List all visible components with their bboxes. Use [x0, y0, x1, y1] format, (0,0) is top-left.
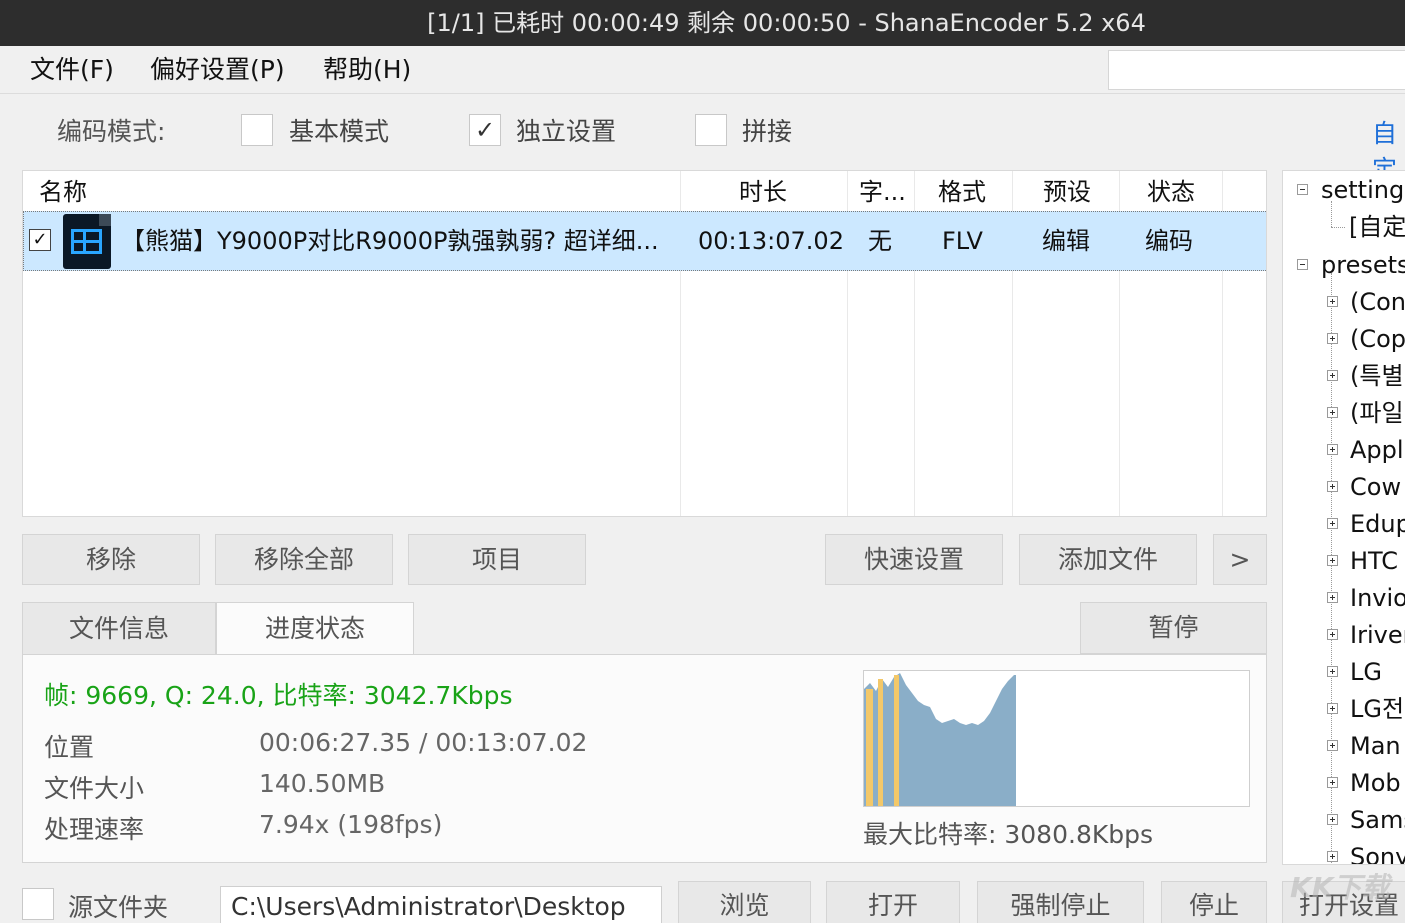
bitrate-marker	[894, 675, 899, 806]
encode-mode-label: 编码模式:	[57, 117, 166, 146]
menu-file[interactable]: 文件(F)	[30, 46, 114, 94]
tree-node-preset[interactable]: Appl	[1350, 432, 1404, 469]
source-folder-checkbox[interactable]	[22, 888, 54, 920]
tree-node-preset[interactable]: Sony	[1350, 839, 1405, 864]
menu-help[interactable]: 帮助(H)	[323, 46, 411, 94]
expand-icon[interactable]	[1327, 703, 1338, 714]
file-list[interactable]: 名称 时长 字... 格式 预设 状态 ✓ 【熊猫】Y9000P对比R9000P…	[22, 170, 1267, 517]
menu-preferences[interactable]: 偏好设置(P)	[150, 46, 285, 94]
expand-icon[interactable]	[1327, 851, 1338, 862]
column-header-format[interactable]: 格式	[938, 171, 986, 211]
force-stop-button[interactable]: 强制停止	[977, 881, 1144, 923]
row-preset[interactable]: 编辑	[1042, 211, 1090, 271]
max-bitrate-label: 最大比特率: 3080.8Kbps	[863, 820, 1154, 849]
tree-node-preset[interactable]: HTC	[1350, 543, 1398, 580]
basic-mode-label: 基本模式	[289, 117, 390, 146]
tree-node-preset[interactable]: Cow	[1350, 469, 1401, 506]
bitrate-area	[864, 673, 1016, 806]
row-duration: 00:13:07.02	[698, 227, 844, 255]
tree-node-custom[interactable]: [自定	[1349, 209, 1405, 246]
tab-file-info[interactable]: 文件信息	[22, 602, 216, 654]
expand-icon[interactable]	[1327, 333, 1338, 344]
position-value: 00:06:27.35 / 00:13:07.02	[259, 728, 588, 757]
tree-node-preset[interactable]: Mob	[1350, 765, 1401, 802]
menu-bar: 文件(F) 偏好设置(P) 帮助(H)	[0, 46, 1405, 94]
expand-icon[interactable]	[1327, 296, 1338, 307]
more-button[interactable]: >	[1213, 534, 1267, 585]
expand-icon[interactable]	[1327, 629, 1338, 640]
expand-icon[interactable]	[1327, 407, 1338, 418]
row-subtitle: 无	[868, 227, 892, 255]
filesize-label: 文件大小	[44, 774, 145, 803]
speed-label: 处理速率	[44, 815, 145, 844]
column-header-name[interactable]: 名称	[39, 171, 87, 211]
collapse-icon[interactable]	[1297, 184, 1308, 195]
tree-node-preset[interactable]: (파일	[1350, 395, 1404, 432]
video-file-icon	[63, 214, 111, 269]
title-bar: [1/1] 已耗时 00:00:49 剩余 00:00:50 - ShanaEn…	[0, 0, 1405, 46]
expand-icon[interactable]	[1327, 444, 1338, 455]
speed-value: 7.94x (198fps)	[259, 810, 443, 839]
expand-icon[interactable]	[1327, 814, 1338, 825]
bitrate-marker	[878, 679, 883, 806]
open-button[interactable]: 打开	[826, 881, 960, 923]
add-file-button[interactable]: 添加文件	[1019, 534, 1197, 585]
expand-icon[interactable]	[1327, 592, 1338, 603]
browse-button[interactable]: 浏览	[678, 881, 811, 923]
tree-node-preset[interactable]: Sams	[1350, 802, 1405, 839]
expand-icon[interactable]	[1327, 370, 1338, 381]
bitrate-graph-svg	[864, 673, 1016, 806]
expand-icon[interactable]	[1327, 555, 1338, 566]
tree-node-settings[interactable]: settings	[1321, 172, 1405, 209]
collapse-icon[interactable]	[1297, 259, 1308, 270]
source-folder-label: 源文件夹	[68, 893, 169, 922]
tree-node-presets[interactable]: presets	[1321, 247, 1405, 284]
tree-node-preset[interactable]: Iriver	[1350, 617, 1405, 654]
independent-mode-checkbox[interactable]: ✓	[469, 114, 501, 146]
expand-icon[interactable]	[1327, 666, 1338, 677]
column-header-subtitle[interactable]: 字...	[859, 171, 906, 211]
item-button[interactable]: 项目	[408, 534, 586, 585]
expand-icon[interactable]	[1327, 777, 1338, 788]
output-path-input[interactable]: C:\Users\Administrator\Desktop	[220, 886, 662, 923]
expand-icon[interactable]	[1327, 481, 1338, 492]
tree-node-preset[interactable]: Edup	[1350, 506, 1405, 543]
row-format: FLV	[942, 227, 983, 255]
expand-icon[interactable]	[1327, 740, 1338, 751]
quick-settings-button[interactable]: 快速设置	[825, 534, 1003, 585]
tree-node-preset[interactable]: LG	[1350, 654, 1382, 691]
tree-node-preset[interactable]: Invio	[1350, 580, 1405, 617]
row-status: 编码	[1145, 227, 1193, 255]
stop-button[interactable]: 停止	[1161, 881, 1267, 923]
filesize-value: 140.50MB	[259, 769, 386, 798]
column-header-duration[interactable]: 时长	[739, 171, 787, 211]
concat-mode-checkbox[interactable]	[695, 114, 727, 146]
tree-node-preset[interactable]: (Cop	[1350, 321, 1405, 358]
tree-node-preset[interactable]: (특별	[1350, 358, 1404, 395]
window-title: [1/1] 已耗时 00:00:49 剩余 00:00:50 - ShanaEn…	[427, 9, 1146, 37]
tree-node-preset[interactable]: LG전	[1350, 691, 1404, 728]
basic-mode-checkbox[interactable]	[241, 114, 273, 146]
concat-mode-label: 拼接	[742, 117, 793, 146]
bitrate-marker	[866, 689, 873, 806]
expand-icon[interactable]	[1327, 518, 1338, 529]
position-label: 位置	[44, 733, 95, 762]
preset-tree[interactable]: settings [自定 presets (Con(Cop(특별(파일ApplC…	[1282, 170, 1405, 865]
bitrate-graph	[863, 670, 1250, 807]
column-header-status[interactable]: 状态	[1147, 171, 1195, 211]
frame-status-line: 帧: 9669, Q: 24.0, 比特率: 3042.7Kbps	[44, 681, 513, 710]
tab-progress-status[interactable]: 进度状态	[216, 602, 414, 654]
row-checkbox[interactable]: ✓	[29, 229, 51, 251]
row-name: 【熊猫】Y9000P对比R9000P孰强孰弱? 超详细...	[121, 227, 659, 255]
remove-button[interactable]: 移除	[22, 534, 200, 585]
tree-node-preset[interactable]: Man	[1350, 728, 1401, 765]
watermark-logo: KK下载	[1290, 871, 1390, 904]
tree-node-preset[interactable]: (Con	[1350, 284, 1405, 321]
remove-all-button[interactable]: 移除全部	[215, 534, 393, 585]
pause-button[interactable]: 暂停	[1080, 602, 1267, 654]
independent-mode-label: 独立设置	[516, 117, 617, 146]
menu-search-box[interactable]	[1108, 50, 1405, 90]
column-header-preset[interactable]: 预设	[1043, 171, 1091, 211]
